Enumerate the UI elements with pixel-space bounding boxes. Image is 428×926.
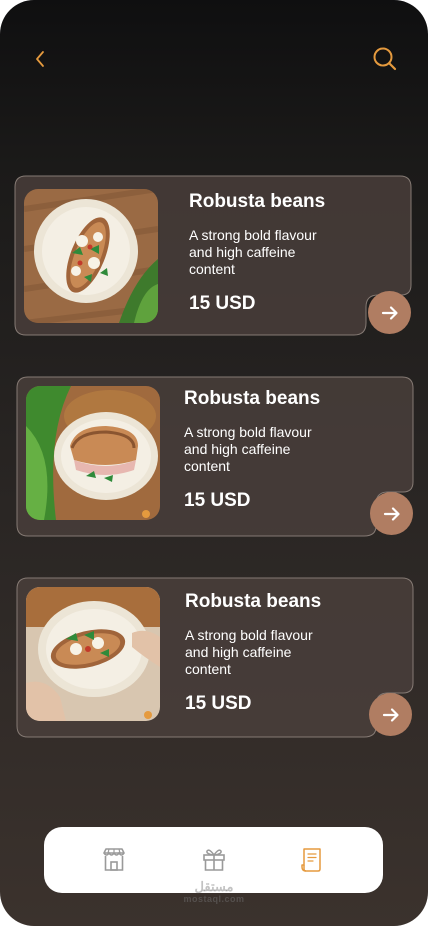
watermark-arabic: مستقل <box>194 879 234 894</box>
nav-store[interactable] <box>99 845 129 875</box>
search-button[interactable] <box>370 44 400 74</box>
food-plate-image <box>26 386 160 520</box>
arrow-right-icon <box>383 506 400 521</box>
product-name: Robusta beans <box>189 191 326 212</box>
product-description: A strong bold flavour and high caffeine … <box>184 424 312 474</box>
open-product-button[interactable] <box>369 693 412 736</box>
product-card[interactable]: Robusta beans A strong bold flavour and … <box>0 175 428 345</box>
nav-orders[interactable] <box>297 845 327 875</box>
store-icon <box>103 848 125 871</box>
chevron-left-icon <box>36 51 44 67</box>
product-image <box>26 386 160 520</box>
back-button[interactable] <box>28 46 54 72</box>
product-description: A strong bold flavour and high caffeine … <box>185 627 313 677</box>
gift-icon <box>203 849 225 871</box>
receipt-icon <box>301 848 321 872</box>
search-icon <box>373 47 397 71</box>
app-screen: Robusta beans A strong bold flavour and … <box>0 0 428 926</box>
product-name: Robusta beans <box>185 591 322 612</box>
header <box>0 0 428 110</box>
watermark-latin: mostaql.com <box>183 894 245 904</box>
product-name: Robusta beans <box>184 388 321 409</box>
nav-gifts[interactable] <box>199 845 229 875</box>
product-price: 15 USD <box>185 693 252 714</box>
open-product-button[interactable] <box>368 291 411 334</box>
open-product-button[interactable] <box>370 492 413 535</box>
food-plate-image <box>24 189 158 323</box>
product-image <box>26 587 160 721</box>
arrow-right-icon <box>382 707 399 722</box>
watermark: مستقل mostaql.com <box>0 879 428 905</box>
product-image <box>24 189 158 323</box>
product-price: 15 USD <box>189 293 256 314</box>
product-price: 15 USD <box>184 490 251 511</box>
food-plate-image <box>26 587 160 721</box>
product-card[interactable]: Robusta beans A strong bold flavour and … <box>0 376 428 546</box>
arrow-right-icon <box>381 305 398 320</box>
product-card[interactable]: Robusta beans A strong bold flavour and … <box>0 577 428 747</box>
product-description: A strong bold flavour and high caffeine … <box>189 227 317 277</box>
